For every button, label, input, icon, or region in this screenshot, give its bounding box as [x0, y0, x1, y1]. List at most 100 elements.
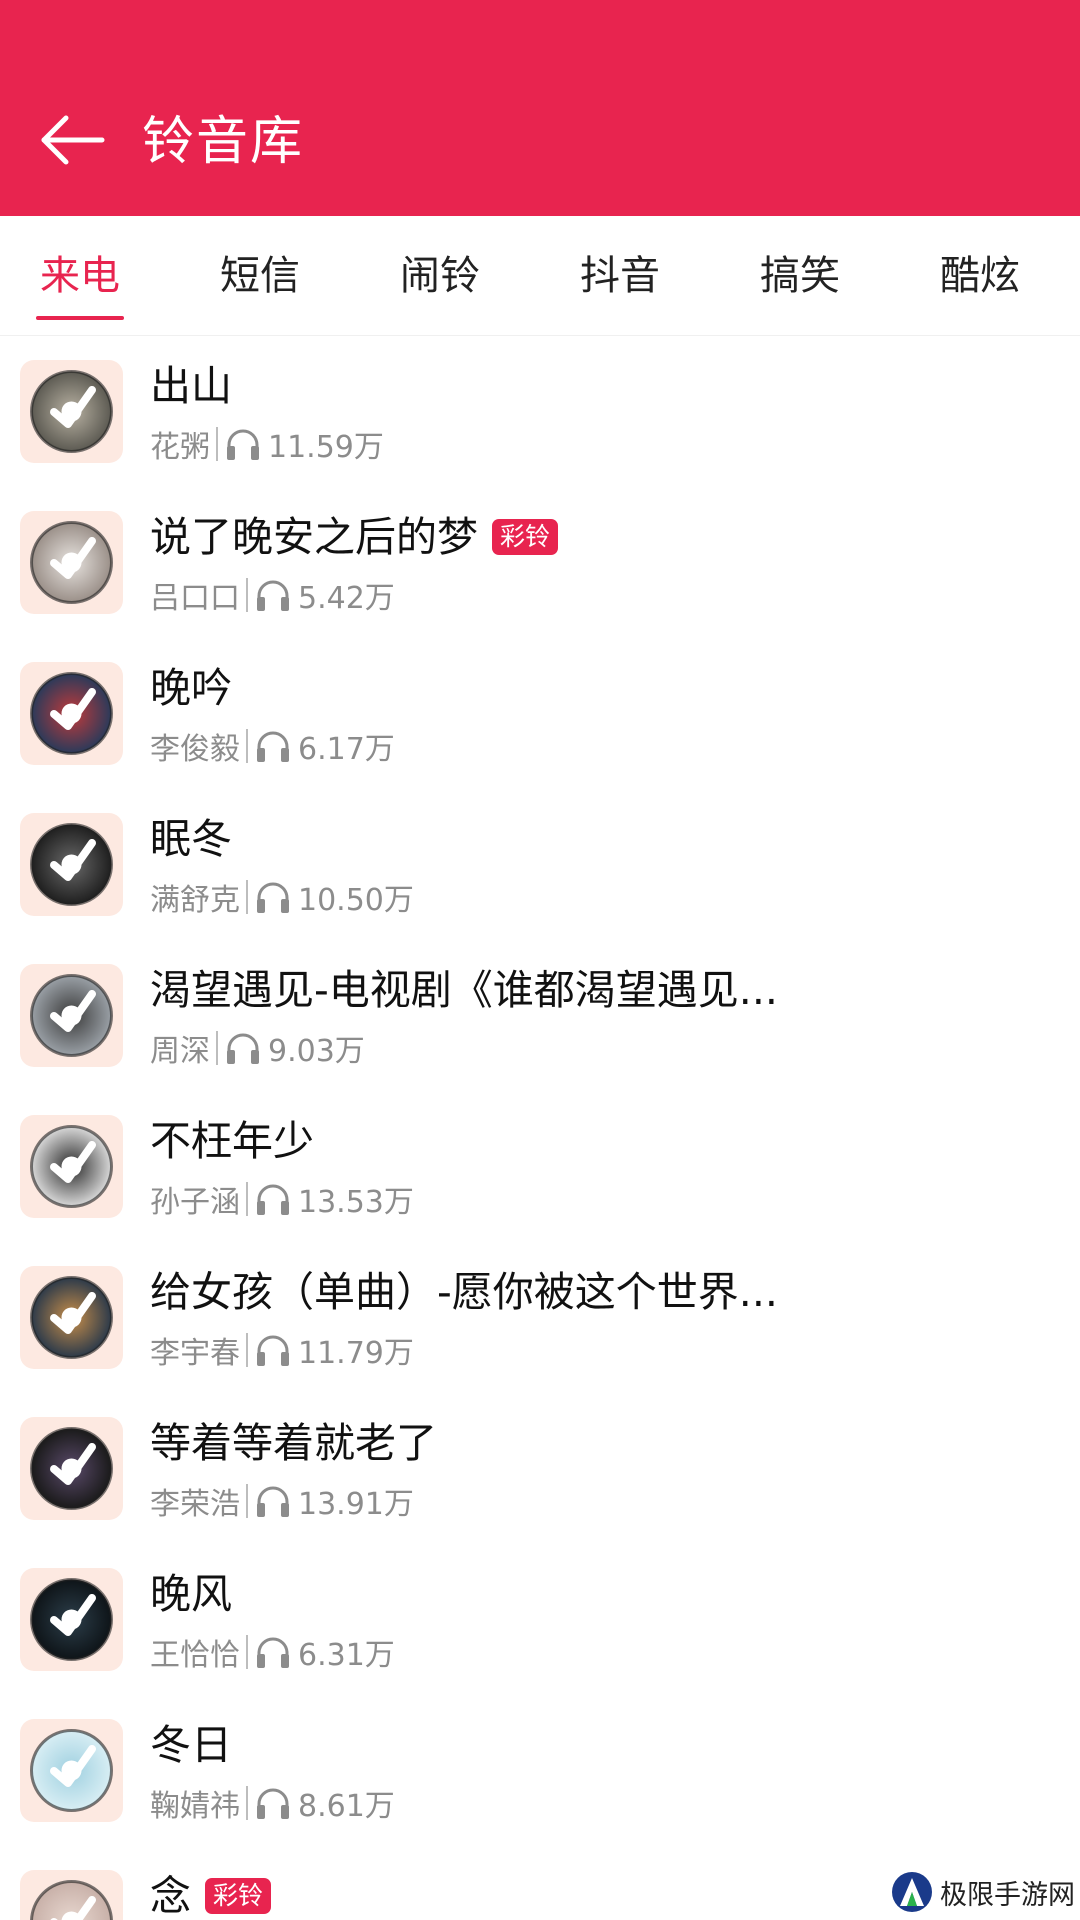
song-title-line: 眠冬: [150, 811, 232, 867]
song-title-line: 说了晚安之后的梦 彩铃: [150, 509, 559, 565]
list-item[interactable]: 眠冬 满舒克 10.50万: [0, 789, 1080, 940]
list-item[interactable]: 给女孩（单曲）-愿你被这个世界... 李宇春 11.79万: [0, 1242, 1080, 1393]
caller-ringtone-badge: 彩铃: [492, 519, 559, 555]
song-title-line: 晚吟: [150, 660, 232, 716]
album-cover: [20, 964, 123, 1067]
song-title-line: 渴望遇见-电视剧《谁都渴望遇见...: [150, 962, 778, 1018]
list-item[interactable]: 不枉年少孙子涵 13.53万: [0, 1091, 1080, 1242]
tab-label: 酷炫: [940, 253, 1020, 299]
meta-divider: [216, 427, 218, 461]
play-count: 8.61万: [298, 1789, 395, 1824]
album-cover: [20, 1266, 123, 1369]
song-title: 念: [150, 1872, 191, 1920]
list-item[interactable]: 晚风王恰恰 6.31万: [0, 1544, 1080, 1695]
song-meta: 孙子涵 13.53万: [150, 1177, 414, 1221]
song-meta: 花粥 11.59万: [150, 422, 384, 466]
meta-divider: [246, 1786, 248, 1820]
song-meta: 李宇春 11.79万: [150, 1328, 414, 1372]
headphone-icon: [254, 1181, 292, 1217]
song-meta: 吕口口 5.42万: [150, 573, 395, 617]
song-meta: 鞠婧祎 8.61万: [150, 1781, 395, 1825]
album-cover: [20, 1417, 123, 1520]
headphone-icon: [224, 1030, 262, 1066]
headphone-icon: [254, 879, 292, 915]
song-title: 给女孩（单曲）-愿你被这个世界...: [150, 1268, 778, 1316]
list-item[interactable]: 出山花粥 11.59万: [0, 336, 1080, 487]
play-count: 13.91万: [298, 1487, 414, 1522]
tab-5[interactable]: 酷炫: [920, 216, 1040, 336]
album-cover: [20, 813, 123, 916]
artist-name: 吕口口: [150, 581, 240, 616]
list-item[interactable]: 渴望遇见-电视剧《谁都渴望遇见... 周深 9.03万: [0, 940, 1080, 1091]
song-title-line: 出山: [150, 358, 232, 414]
meta-divider: [246, 1484, 248, 1518]
song-title-line: 不枉年少: [150, 1113, 314, 1169]
play-count: 6.31万: [298, 1638, 395, 1673]
app-header: 铃音库: [0, 0, 1080, 216]
album-cover: [20, 360, 123, 463]
album-cover: [20, 511, 123, 614]
song-title: 渴望遇见-电视剧《谁都渴望遇见...: [150, 966, 778, 1014]
song-title: 等着等着就老了: [150, 1419, 437, 1467]
artist-name: 李宇春: [150, 1336, 240, 1371]
tab-label: 来电: [40, 253, 120, 299]
album-cover: [20, 1870, 123, 1920]
play-count: 6.17万: [298, 732, 395, 767]
play-count: 5.42万: [298, 581, 395, 616]
album-cover: [20, 1115, 123, 1218]
category-tabs: 来电 短信 闹铃 抖音 搞笑 酷炫: [0, 216, 1080, 336]
back-button[interactable]: [36, 108, 110, 172]
tab-1[interactable]: 短信: [200, 216, 320, 336]
song-title: 眠冬: [150, 815, 232, 863]
headphone-icon: [224, 426, 262, 462]
caller-ringtone-badge: 彩铃: [205, 1878, 272, 1914]
meta-divider: [246, 1182, 248, 1216]
watermark-text: 极限手游网: [940, 1879, 1075, 1911]
artist-name: 鞠婧祎: [150, 1789, 240, 1824]
headphone-icon: [254, 1785, 292, 1821]
song-title: 说了晚安之后的梦: [150, 513, 478, 561]
song-title-line: 冬日: [150, 1717, 232, 1773]
headphone-icon: [254, 728, 292, 764]
song-title-line: 给女孩（单曲）-愿你被这个世界...: [150, 1264, 778, 1320]
tab-label: 闹铃: [400, 253, 480, 299]
meta-divider: [246, 1333, 248, 1367]
artist-name: 满舒克: [150, 883, 240, 918]
headphone-icon: [254, 1483, 292, 1519]
song-meta: 李俊毅 6.17万: [150, 724, 395, 768]
album-cover: [20, 1568, 123, 1671]
song-title: 出山: [150, 362, 232, 410]
page-title: 铃音库: [142, 112, 305, 172]
song-meta: 王恰恰 6.31万: [150, 1630, 395, 1674]
meta-divider: [216, 1031, 218, 1065]
headphone-icon: [254, 1332, 292, 1368]
album-cover: [20, 662, 123, 765]
list-item[interactable]: 说了晚安之后的梦 彩铃吕口口 5.42万: [0, 487, 1080, 638]
artist-name: 花粥: [150, 430, 210, 465]
album-cover: [20, 1719, 123, 1822]
play-count: 11.79万: [298, 1336, 414, 1371]
play-count: 13.53万: [298, 1185, 414, 1220]
headphone-icon: [254, 577, 292, 613]
list-item[interactable]: 晚吟李俊毅 6.17万: [0, 638, 1080, 789]
tab-3[interactable]: 抖音: [560, 216, 680, 336]
tab-2[interactable]: 闹铃: [380, 216, 500, 336]
artist-name: 王恰恰: [150, 1638, 240, 1673]
artist-name: 李荣浩: [150, 1487, 240, 1522]
list-item[interactable]: 等着等着就老了李荣浩 13.91万: [0, 1393, 1080, 1544]
song-title-line: 晚风: [150, 1566, 232, 1622]
song-title: 晚吟: [150, 664, 232, 712]
song-title: 冬日: [150, 1721, 232, 1769]
play-count: 9.03万: [268, 1034, 365, 1069]
tab-4[interactable]: 搞笑: [740, 216, 860, 336]
meta-divider: [246, 578, 248, 612]
meta-divider: [246, 880, 248, 914]
tab-0[interactable]: 来电: [20, 216, 140, 336]
watermark-logo-icon: [890, 1870, 934, 1914]
list-item[interactable]: 冬日鞠婧祎 8.61万: [0, 1695, 1080, 1846]
artist-name: 李俊毅: [150, 732, 240, 767]
tab-label: 短信: [220, 253, 300, 299]
meta-divider: [246, 729, 248, 763]
tab-label: 搞笑: [760, 253, 840, 299]
watermark: 极限手游网: [890, 1868, 1075, 1916]
